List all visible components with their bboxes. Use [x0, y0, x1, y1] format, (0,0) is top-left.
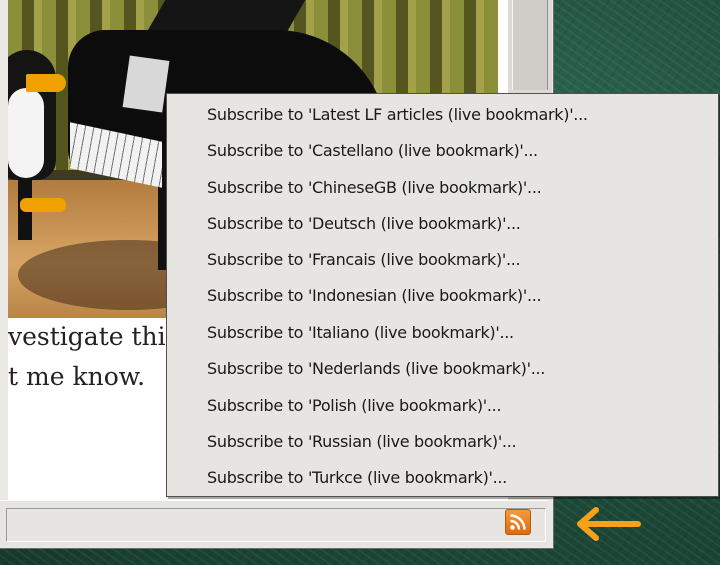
menu-item-subscribe-turkce[interactable]: Subscribe to 'Turkce (live bookmark)'...	[207, 464, 507, 492]
menu-item-subscribe-nederlands[interactable]: Subscribe to 'Nederlands (live bookmark)…	[207, 355, 545, 383]
penguin-feet	[20, 198, 66, 212]
penguin-belly	[8, 88, 44, 178]
menu-item-subscribe-castellano[interactable]: Subscribe to 'Castellano (live bookmark)…	[207, 137, 538, 165]
left-arrow-icon	[577, 507, 641, 541]
menu-item-subscribe-deutsch[interactable]: Subscribe to 'Deutsch (live bookmark)'..…	[207, 210, 521, 238]
menu-item-subscribe-chinesegb[interactable]: Subscribe to 'ChineseGB (live bookmark)'…	[207, 174, 542, 202]
menu-item-subscribe-russian[interactable]: Subscribe to 'Russian (live bookmark)'..…	[207, 428, 517, 456]
menu-item-subscribe-indonesian[interactable]: Subscribe to 'Indonesian (live bookmark)…	[207, 282, 542, 310]
music-sheet	[122, 55, 170, 113]
menu-item-subscribe-italiano[interactable]: Subscribe to 'Italiano (live bookmark)'.…	[207, 319, 514, 347]
scrollbar-thumb[interactable]	[512, 0, 548, 90]
status-bar	[0, 500, 548, 547]
penguin-beak	[26, 74, 66, 92]
status-text-field	[6, 508, 546, 542]
menu-item-subscribe-francais[interactable]: Subscribe to 'Francais (live bookmark)'.…	[207, 246, 521, 274]
menu-item-subscribe-latest-lf[interactable]: Subscribe to 'Latest LF articles (live b…	[207, 101, 588, 129]
rss-feed-button[interactable]	[505, 509, 531, 535]
menu-item-subscribe-polish[interactable]: Subscribe to 'Polish (live bookmark)'...	[207, 392, 502, 420]
live-bookmark-dropdown-menu: Subscribe to 'Latest LF articles (live b…	[166, 93, 719, 497]
rss-feed-icon	[510, 514, 526, 530]
